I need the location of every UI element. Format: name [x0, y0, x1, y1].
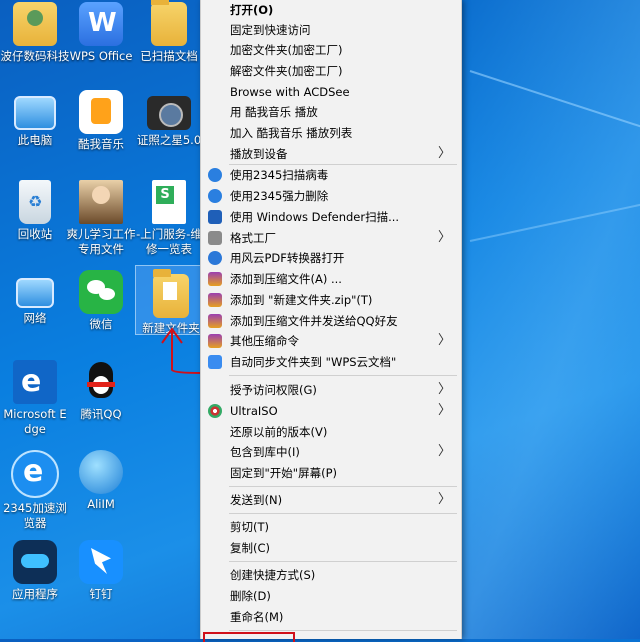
archive-icon [208, 334, 222, 348]
photo-thumbnail-icon [79, 180, 123, 224]
archive-icon [208, 314, 222, 328]
desktop-icon-id-photo[interactable]: 证照之星5.0 [134, 90, 204, 148]
shield-icon [208, 189, 222, 203]
chevron-right-icon: 〉 [437, 403, 451, 418]
menu-item-format-factory[interactable]: 格式工厂〉 [201, 228, 461, 248]
recycle-bin-icon: ♻ [19, 180, 51, 224]
menu-item-kuwo-playlist[interactable]: 加入 酷我音乐 播放列表 [201, 123, 461, 143]
chevron-right-icon: 〉 [437, 382, 451, 397]
desktop-icon-user-folder[interactable]: 波仔数码科技 [0, 2, 70, 64]
desktop-icon-wechat[interactable]: 微信 [66, 270, 136, 332]
user-folder-icon [13, 2, 57, 46]
browser-e-icon: e [11, 450, 59, 498]
context-menu: 打开(O) 固定到快速访问 加密文件夹(加密工厂) 解密文件夹(加密工厂) Br… [200, 0, 462, 642]
menu-item-cut[interactable]: 剪切(T) [201, 517, 461, 537]
dingtalk-icon [79, 540, 123, 584]
menu-item-rename[interactable]: 重命名(M) [201, 607, 461, 627]
spreadsheet-icon: S [152, 180, 186, 224]
camera-icon [147, 96, 191, 130]
menu-item-archive-send-qq[interactable]: 添加到压缩文件并发送给QQ好友 [201, 311, 461, 331]
menu-item-kuwo-play[interactable]: 用 酷我音乐 播放 [201, 102, 461, 122]
menu-item-acdsee[interactable]: Browse with ACDSee [201, 82, 461, 102]
menu-item-cast-to-device[interactable]: 播放到设备〉 [201, 144, 461, 164]
menu-item-wps-cloud-sync[interactable]: 自动同步文件夹到 "WPS云文档" [201, 352, 461, 372]
menu-item-other-compress[interactable]: 其他压缩命令〉 [201, 331, 461, 351]
menu-item-copy[interactable]: 复制(C) [201, 538, 461, 558]
archive-icon [208, 293, 222, 307]
menu-item-2345-scan[interactable]: 使用2345扫描病毒 [201, 165, 461, 185]
menu-item-decrypt-folder[interactable]: 解密文件夹(加密工厂) [201, 61, 461, 81]
shield-icon [208, 168, 222, 182]
archive-icon [208, 272, 222, 286]
apps-icon [13, 540, 57, 584]
wps-cloud-icon [208, 355, 222, 369]
menu-item-2345-delete[interactable]: 使用2345强力删除 [201, 186, 461, 206]
desktop-icon-personal-folder[interactable]: 爽儿学习工作专用文件 [66, 180, 136, 257]
desktop-icon-this-pc[interactable]: 此电脑 [0, 90, 70, 148]
menu-item-include-library[interactable]: 包含到库中(I) 〉 [201, 442, 461, 462]
pdf-converter-icon [208, 251, 222, 265]
menu-separator [229, 513, 457, 514]
desktop-icon-scanned-docs[interactable]: 已扫描文档 [134, 0, 204, 64]
format-factory-icon [208, 231, 222, 245]
kuwo-icon [79, 90, 123, 134]
annotation-highlight-box [203, 632, 295, 642]
menu-item-defender-scan[interactable]: 使用 Windows Defender扫描... [201, 207, 461, 227]
desktop-icon-new-folder[interactable]: 新建文件夹 [135, 265, 207, 335]
folder-icon [151, 0, 187, 46]
chevron-right-icon: 〉 [437, 146, 451, 161]
menu-item-send-to[interactable]: 发送到(N) 〉 [201, 490, 461, 510]
menu-item-delete[interactable]: 删除(D) [201, 586, 461, 606]
menu-item-restore-versions[interactable]: 还原以前的版本(V) [201, 422, 461, 442]
menu-item-ultraiso[interactable]: UltraISO 〉 [201, 401, 461, 421]
chevron-right-icon: 〉 [437, 444, 451, 459]
desktop-icon-service-sheet[interactable]: S -上门服务-维修一览表 [134, 180, 204, 257]
menu-item-pdf-converter[interactable]: 用风云PDF转换器打开 [201, 248, 461, 268]
desktop-icon-qq[interactable]: 腾讯QQ [66, 360, 136, 422]
windows-defender-icon [208, 210, 222, 224]
menu-item-add-to-zip[interactable]: 添加到 "新建文件夹.zip"(T) [201, 290, 461, 310]
qq-penguin-icon [79, 360, 123, 404]
wps-icon: W [79, 2, 123, 46]
menu-item-pin-quick-access[interactable]: 固定到快速访问 [201, 20, 461, 40]
desktop-icon-recycle-bin[interactable]: ♻ 回收站 [0, 180, 70, 242]
menu-separator [229, 561, 457, 562]
folder-icon [153, 269, 189, 318]
chevron-right-icon: 〉 [437, 333, 451, 348]
desktop-icon-kuwo[interactable]: 酷我音乐 [66, 90, 136, 152]
computer-icon [14, 96, 56, 130]
desktop-icon-aliim[interactable]: AliIM [66, 450, 136, 512]
wechat-icon [79, 270, 123, 314]
ultraiso-icon [208, 404, 222, 418]
menu-separator [229, 486, 457, 487]
desktop-icon-apps[interactable]: 应用程序 [0, 540, 70, 602]
desktop-icon-wps[interactable]: W WPS Office [66, 2, 136, 64]
chevron-right-icon: 〉 [437, 492, 451, 507]
menu-separator [229, 630, 457, 631]
menu-separator [229, 375, 457, 376]
menu-item-grant-access[interactable]: 授予访问权限(G) 〉 [201, 380, 461, 400]
network-icon [16, 278, 54, 308]
menu-item-add-to-archive[interactable]: 添加到压缩文件(A) ... [201, 269, 461, 289]
desktop-icon-edge[interactable]: e Microsoft Edge [0, 360, 70, 437]
aliim-icon [79, 450, 123, 494]
menu-item-pin-start[interactable]: 固定到"开始"屏幕(P) [201, 463, 461, 483]
desktop-icon-dingtalk[interactable]: 钉钉 [66, 540, 136, 602]
desktop-icon-2345-browser[interactable]: e 2345加速浏览器 [0, 450, 70, 531]
edge-icon: e [13, 360, 57, 404]
menu-item-create-shortcut[interactable]: 创建快捷方式(S) [201, 565, 461, 585]
desktop-icon-network[interactable]: 网络 [0, 270, 70, 326]
menu-item-open[interactable]: 打开(O) [201, 0, 461, 20]
chevron-right-icon: 〉 [437, 230, 451, 245]
menu-item-encrypt-folder[interactable]: 加密文件夹(加密工厂) [201, 40, 461, 60]
